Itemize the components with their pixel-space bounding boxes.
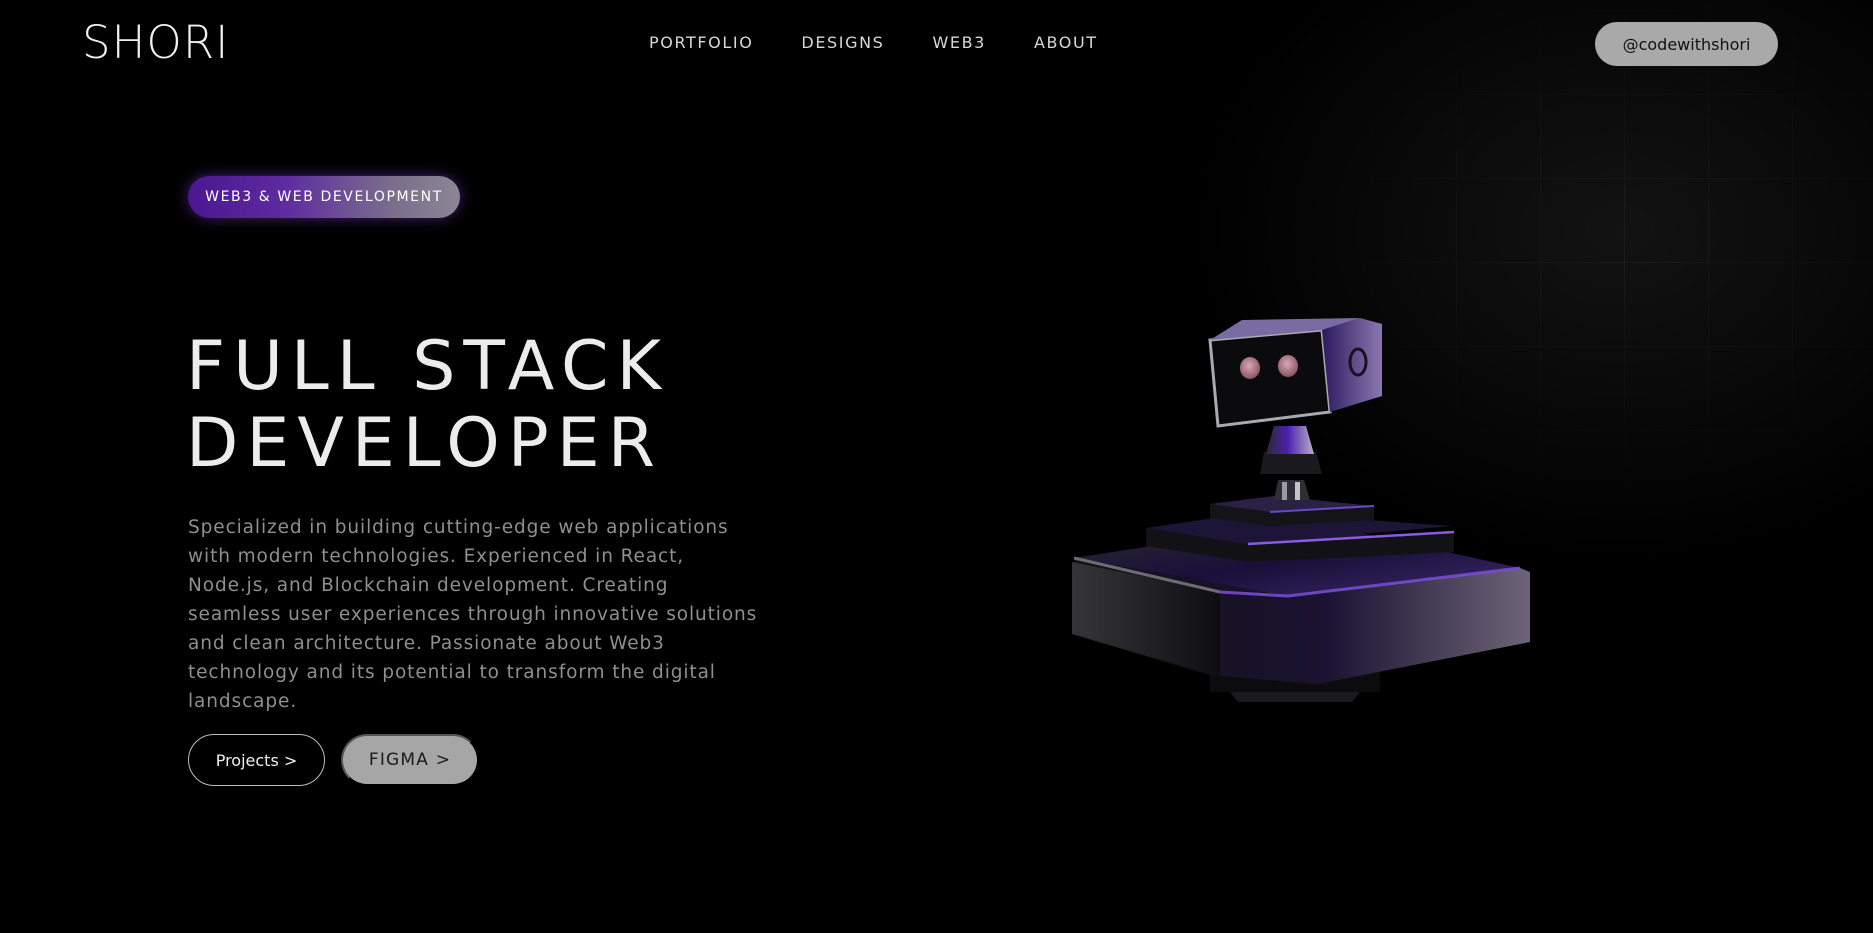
nav-about[interactable]: ABOUT xyxy=(1034,33,1098,52)
hero-description: Specialized in building cutting-edge web… xyxy=(188,517,758,712)
robot-illustration xyxy=(1072,318,1530,702)
robot-eye-left xyxy=(1240,357,1260,379)
head-face xyxy=(1208,328,1332,428)
main-nav: PORTFOLIO DESIGNS WEB3 ABOUT xyxy=(649,33,1146,52)
page: SHORI PORTFOLIO DESIGNS WEB3 ABOUT @code… xyxy=(0,0,1873,933)
hero-title: FULL STACK DEVELOPER xyxy=(186,328,669,482)
neck-rod-2 xyxy=(1295,482,1300,500)
robot-eye-right xyxy=(1278,355,1298,377)
figma-button[interactable]: FIGMA > xyxy=(341,734,479,786)
nav-web3[interactable]: WEB3 xyxy=(932,33,986,52)
base-foot xyxy=(1230,692,1360,702)
projects-button[interactable]: Projects > xyxy=(188,734,325,786)
hero-title-line-1: FULL STACK xyxy=(186,327,670,406)
nav-designs[interactable]: DESIGNS xyxy=(801,33,884,52)
social-handle-button[interactable]: @codewithshori xyxy=(1595,22,1778,66)
neck-body xyxy=(1266,426,1314,454)
head-side xyxy=(1322,318,1382,412)
neck-joint xyxy=(1274,480,1310,500)
specialty-badge: WEB3 & WEB DEVELOPMENT xyxy=(188,176,460,218)
neck-collar xyxy=(1260,452,1322,474)
neck-rod-1 xyxy=(1282,482,1287,500)
site-logo[interactable]: SHORI xyxy=(82,16,229,69)
nav-portfolio[interactable]: PORTFOLIO xyxy=(649,33,753,52)
hero-title-line-2: DEVELOPER xyxy=(186,404,664,483)
